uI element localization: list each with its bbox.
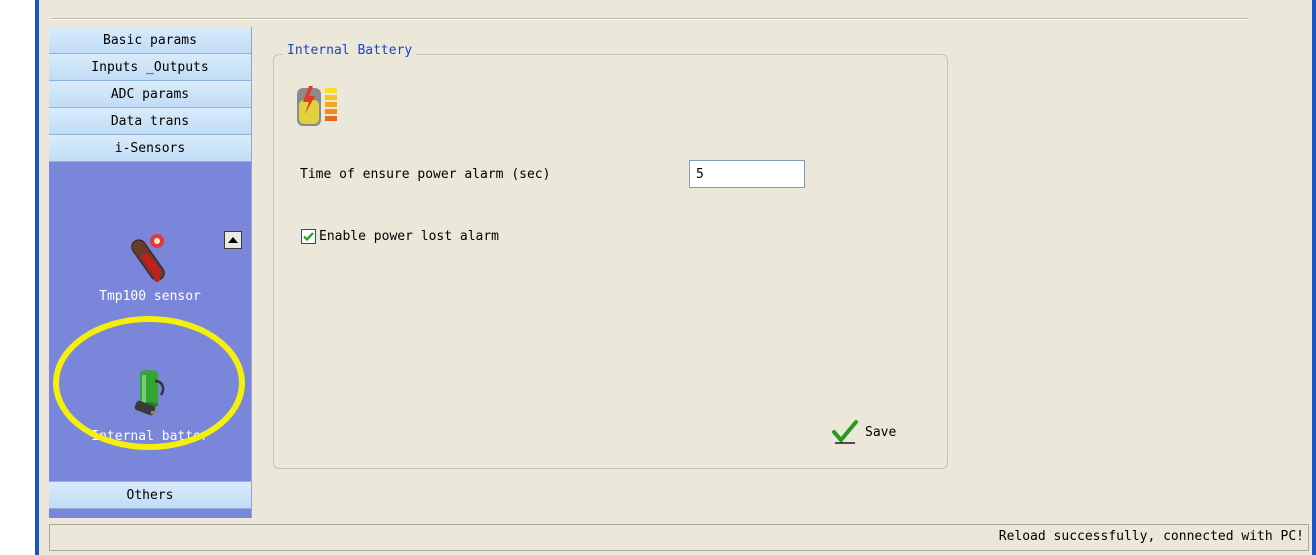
nav-label: Inputs _Outputs — [91, 59, 209, 75]
nav-inputs-outputs[interactable]: Inputs _Outputs — [49, 54, 251, 81]
nav-others[interactable]: Others — [49, 481, 251, 509]
sensor-item-tmp100[interactable]: Tmp100 sensor — [49, 225, 251, 305]
nav-basic-params[interactable]: Basic params — [49, 27, 251, 54]
window-border-right — [1312, 0, 1316, 555]
sensor-label-internal-battery: Internal batter — [91, 429, 209, 444]
sensor-item-internal-battery[interactable]: Internal batter — [49, 363, 251, 444]
save-button[interactable]: Save — [831, 418, 896, 446]
group-title: Internal Battery — [283, 43, 417, 58]
nav-label: Data trans — [110, 113, 190, 129]
nav-label: Basic params — [103, 32, 197, 48]
alarm-time-label: Time of ensure power alarm (sec) — [300, 167, 551, 182]
battery-level-icon — [297, 86, 337, 126]
checkmark-icon — [303, 232, 314, 242]
nav-label: Others — [126, 487, 174, 503]
sidebar: Basic params Inputs _Outputs ADC params … — [49, 27, 252, 518]
status-bar: Reload successfully, connected with PC! — [49, 524, 1309, 551]
app-window: Basic params Inputs _Outputs ADC params … — [39, 0, 1312, 555]
nav-label: i-Sensors — [114, 140, 186, 156]
alarm-time-input[interactable] — [689, 160, 805, 188]
enable-alarm-checkbox[interactable] — [301, 229, 316, 244]
sensor-label-tmp100: Tmp100 sensor — [99, 289, 201, 304]
battery-plug-icon — [134, 370, 165, 416]
internal-battery-group — [273, 54, 948, 469]
thermometer-icon — [131, 234, 165, 282]
save-label: Save — [865, 424, 897, 440]
top-divider-highlight — [51, 19, 1249, 20]
enable-alarm-label[interactable]: Enable power lost alarm — [319, 229, 499, 244]
nav-label: ADC params — [110, 86, 190, 102]
status-text: Reload successfully, connected with PC! — [998, 529, 1304, 544]
sensor-panel: Tmp100 sensor Internal batter — [49, 219, 251, 481]
checkmark-icon — [832, 420, 858, 444]
nav-data-trans[interactable]: Data trans — [49, 108, 251, 135]
nav-i-sensors[interactable]: i-Sensors — [49, 135, 251, 162]
nav-adc-params[interactable]: ADC params — [49, 81, 251, 108]
